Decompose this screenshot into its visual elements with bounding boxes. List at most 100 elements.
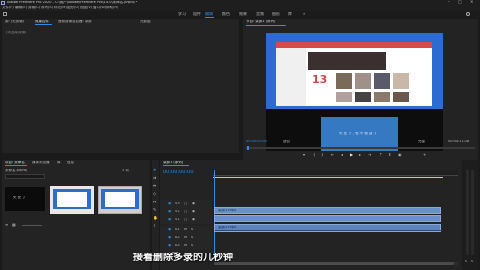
lift-icon[interactable]: ⇡ [379, 153, 382, 157]
track-eye-v2-icon[interactable]: ◉ [192, 210, 195, 214]
track-mute-a2-icon[interactable]: M [184, 236, 187, 240]
clip-v1-lower[interactable] [214, 215, 441, 222]
ripple-edit-tool-icon[interactable]: ⇹ [153, 184, 156, 188]
project-thumb-1[interactable]: 失 业 了 [5, 187, 45, 211]
track-target-a1[interactable]: ▣ [168, 228, 171, 232]
extract-icon[interactable]: ⇞ [388, 153, 391, 157]
album-thumb-7 [374, 92, 390, 102]
workspace-graphics[interactable]: 图形 [272, 12, 280, 16]
workspace-effects[interactable]: 效果 [239, 12, 247, 16]
step-back-icon[interactable]: ◂ [341, 153, 343, 157]
track-target-v3[interactable]: ▣ [168, 202, 171, 206]
track-solo-a1-icon[interactable]: S [191, 228, 193, 232]
track-lock-v3-icon[interactable]: ▢ [184, 202, 187, 206]
menu-sequence[interactable]: 序列(S) [41, 6, 53, 10]
track-solo-a2-icon[interactable]: S [191, 236, 193, 240]
track-mute-a1-icon[interactable]: M [184, 228, 187, 232]
program-timecode-right: 00:04:11:28 [448, 140, 470, 143]
menu-help[interactable]: 帮助(H) [106, 6, 118, 10]
icon-view-icon[interactable]: ▦ [12, 223, 16, 227]
project-thumb-2[interactable] [50, 186, 94, 214]
tab-info[interactable]: 信息 [67, 161, 74, 165]
go-to-out-icon[interactable]: ⇥ [368, 153, 371, 157]
resolution-dropdown[interactable]: 完整 [418, 140, 425, 144]
step-forward-icon[interactable]: ▸ [359, 153, 361, 157]
tab-audio-clip-mixer[interactable]: 音频剪辑混合器: 录屏 [58, 20, 92, 24]
fit-dropdown[interactable]: 适合 [283, 140, 290, 144]
mark-in-icon[interactable]: { [313, 153, 316, 157]
workspaces-more-icon[interactable]: » [303, 12, 305, 16]
meter-solo-left[interactable]: S [465, 260, 467, 263]
album-thumb-6 [355, 92, 371, 102]
track-target-a3[interactable]: ▣ [168, 244, 171, 248]
track-select-tool-icon[interactable]: ⇉ [153, 176, 156, 180]
menu-window[interactable]: 窗口(W) [93, 6, 106, 10]
menu-marker[interactable]: 标记(M) [54, 6, 67, 10]
workspace-audio[interactable]: 音频 [256, 12, 264, 16]
timeline-tab[interactable]: 录屏1 (序列) [163, 161, 183, 165]
track-target-v2[interactable]: ▣ [168, 210, 171, 214]
workspace-assembly[interactable]: 组件 [193, 12, 201, 16]
project-thumb-3[interactable] [98, 186, 142, 214]
razor-tool-icon[interactable]: ◇ [153, 192, 156, 196]
track-mute-a3-icon[interactable]: M [184, 244, 187, 248]
track-target-v1[interactable]: ▣ [168, 218, 171, 222]
timeline-scrollbar[interactable] [214, 262, 458, 265]
project-search-field[interactable] [5, 174, 45, 179]
tab-effect-controls[interactable]: 效果控件 [35, 20, 49, 24]
tab-metadata[interactable]: 元数据 [140, 20, 151, 24]
pen-tool-icon[interactable]: ✎ [153, 208, 156, 212]
go-to-in-icon[interactable]: ⇤ [331, 153, 334, 157]
play-icon[interactable]: ▶ [350, 153, 353, 157]
program-monitor-title[interactable]: 节目: 录屏1 (序列) [246, 20, 275, 24]
track-eye-v1-icon[interactable]: ◉ [192, 218, 195, 222]
track-label-v2: V2 [175, 210, 180, 213]
list-view-icon[interactable]: ≡ [5, 223, 8, 227]
workspace-color[interactable]: 颜色 [222, 12, 230, 16]
timeline-scroll-thumb[interactable] [214, 262, 454, 265]
add-button-icon[interactable]: + [423, 153, 426, 157]
timeline-timecode[interactable]: 00:00:00:00 [163, 170, 194, 175]
search-icon[interactable] [466, 12, 470, 16]
track-solo-a3-icon[interactable]: S [191, 244, 193, 248]
tab-libraries[interactable]: 库 [57, 161, 61, 165]
menu-clip[interactable]: 剪辑(C) [28, 6, 40, 10]
track-target-a2[interactable]: ▣ [168, 236, 171, 240]
program-timecode-left[interactable]: 00:00:00:00 [246, 140, 267, 144]
program-playhead[interactable] [247, 146, 249, 150]
meter-solo-right[interactable]: S [471, 260, 473, 263]
menu-file[interactable]: 文件(F) [2, 6, 14, 10]
track-eye-v3-icon[interactable]: ◉ [192, 202, 195, 206]
tab-project[interactable]: 项目: 未命名 [5, 161, 25, 165]
home-icon[interactable] [3, 12, 7, 16]
workspace-learn[interactable]: 学习 [178, 12, 186, 16]
close-button[interactable]: ✕ [470, 0, 473, 4]
minimize-button[interactable]: – [448, 0, 450, 4]
project-thumb-3-window [105, 192, 135, 207]
add-marker-icon[interactable]: ▾ [303, 153, 305, 157]
slip-tool-icon[interactable]: ↔ [153, 200, 156, 204]
track-lock-v2-icon[interactable]: ▢ [184, 210, 187, 214]
timeline-ruler[interactable] [213, 170, 458, 176]
export-frame-icon[interactable]: ◉ [398, 153, 402, 157]
mark-out-icon[interactable]: } [321, 153, 324, 157]
tab-media-browser[interactable]: 媒体浏览器 [32, 161, 50, 165]
menu-edit[interactable]: 编辑(E) [15, 6, 27, 10]
clip-a1[interactable]: 录屏1.mp4 [214, 224, 442, 232]
zoom-slider[interactable] [22, 225, 42, 226]
workspace-editing[interactable]: 编辑 [205, 12, 213, 16]
program-scrub-bar[interactable] [246, 147, 475, 149]
hand-tool-icon[interactable]: ✋ [153, 216, 158, 220]
project-panel: 项目: 未命名 媒体浏览器 库 信息 未命名.prproj 3 项 失 业 了 … [2, 160, 150, 270]
maximize-button[interactable]: □ [458, 0, 462, 4]
type-tool-icon[interactable]: T [153, 224, 155, 228]
track-lock-v1-icon[interactable]: ▢ [184, 218, 187, 222]
clip-v1[interactable]: 录屏1.mp4 [214, 207, 441, 214]
menu-view[interactable]: 视图(V) [80, 6, 92, 10]
work-area-bar[interactable] [213, 177, 443, 178]
track-header-a1: ▣ A1 M S [160, 226, 212, 234]
selection-tool-icon[interactable]: ➤ [153, 168, 156, 172]
menu-graphics[interactable]: 图形(G) [67, 6, 79, 10]
tab-source[interactable]: 源: (无剪辑) [5, 20, 24, 24]
workspace-libraries[interactable]: 库 [288, 12, 292, 16]
